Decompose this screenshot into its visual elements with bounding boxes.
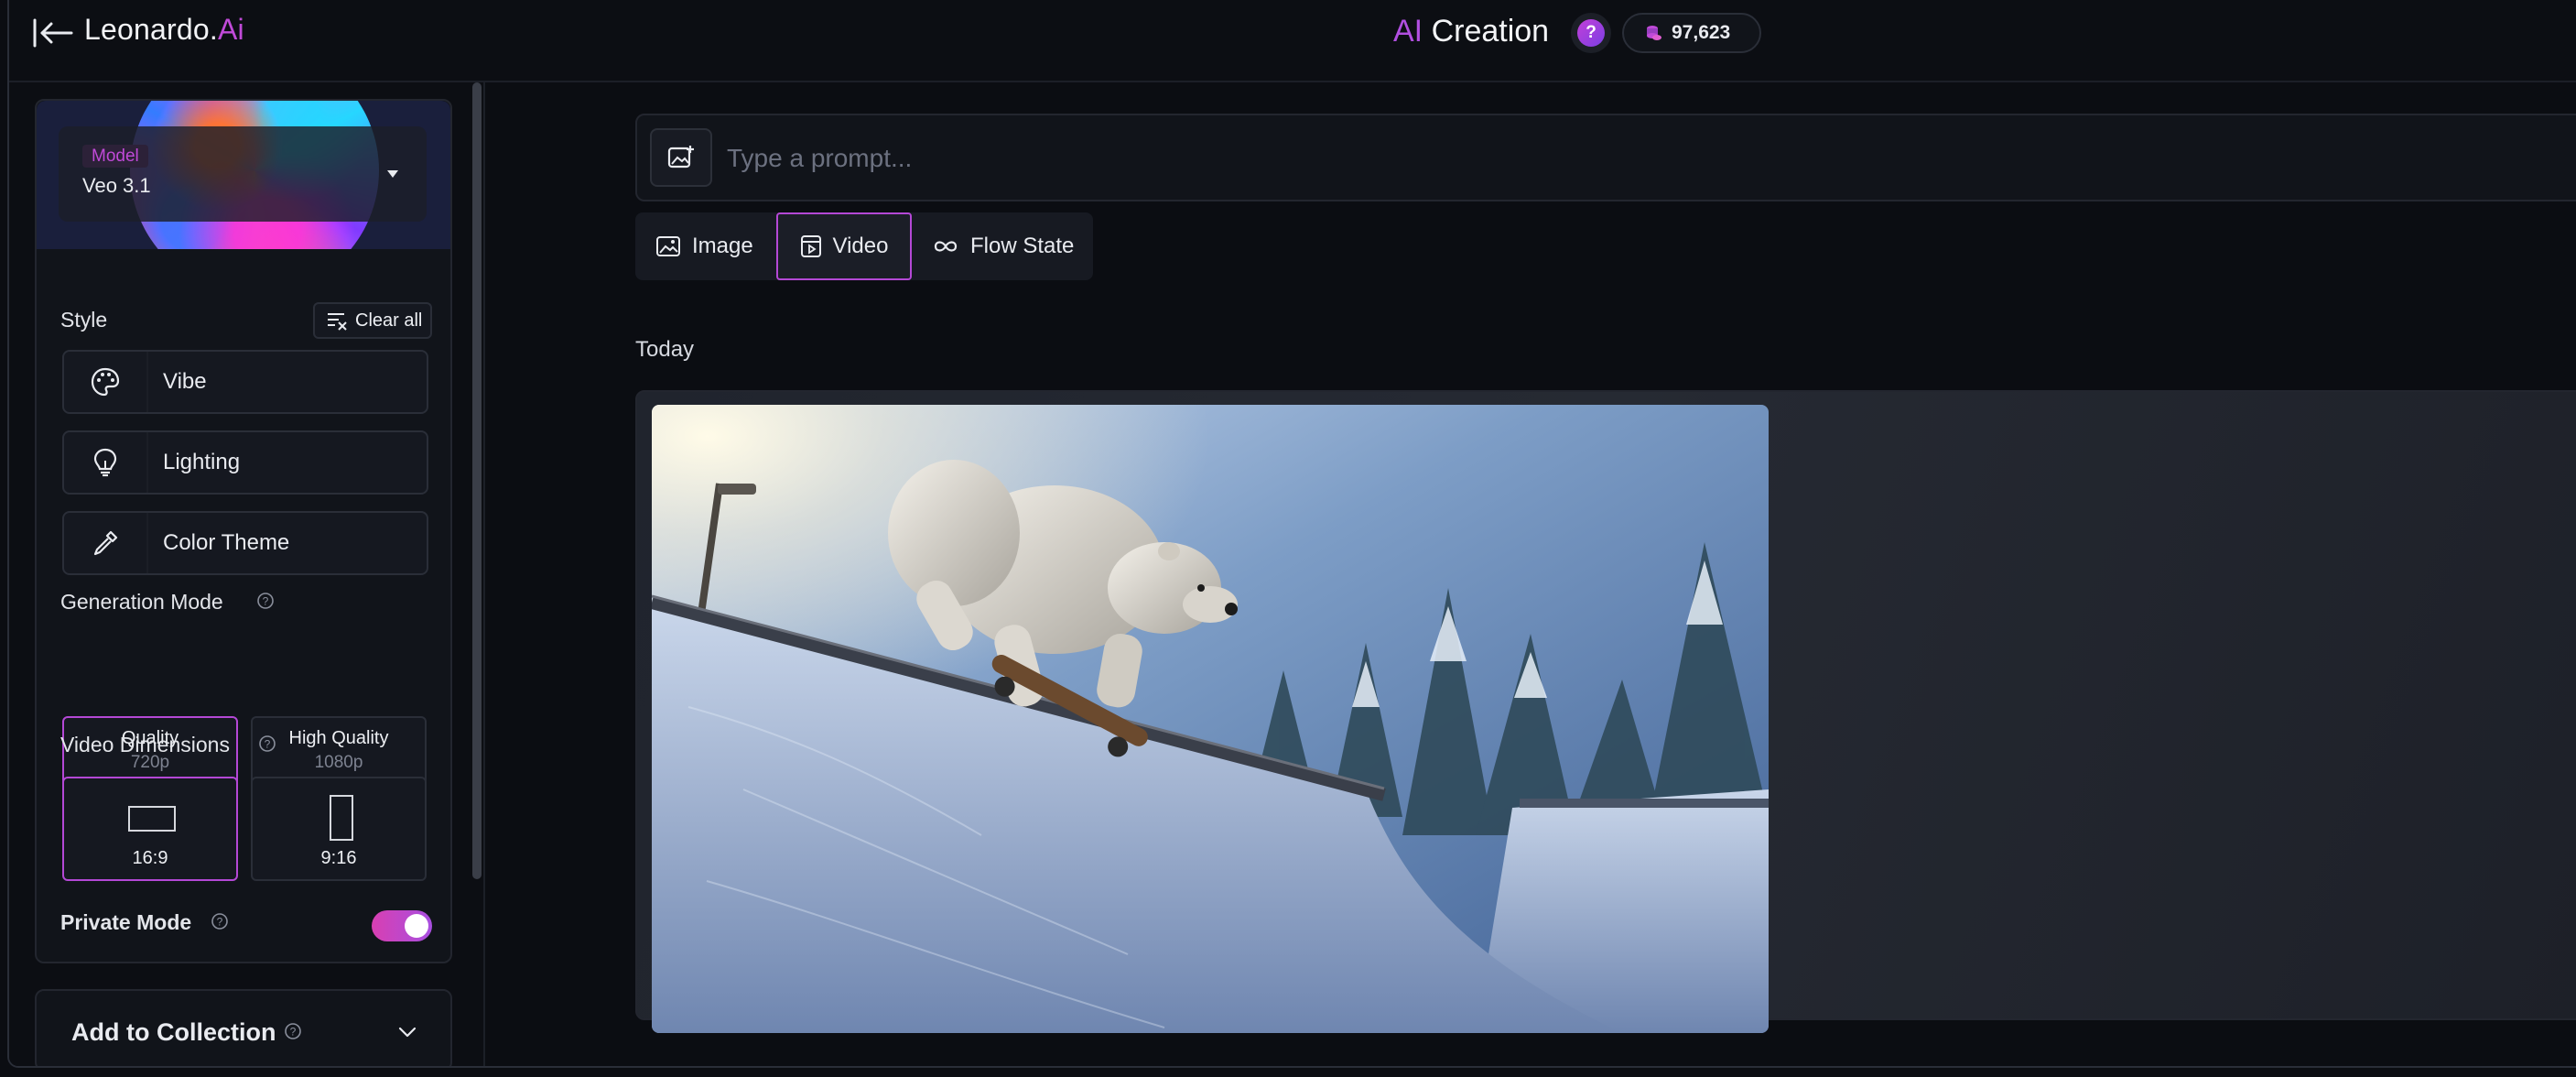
infinity-icon (934, 241, 958, 252)
mode-high-quality-button[interactable]: High Quality 1080p (251, 716, 427, 786)
svg-text:?: ? (290, 1026, 297, 1039)
title-text: Creation (1423, 14, 1550, 49)
model-selector[interactable]: Model Veo 3.1 (37, 101, 450, 249)
tab-image-label: Image (692, 234, 753, 258)
prompt-bar: Type a prompt... (635, 114, 2576, 201)
tab-image[interactable]: Image (655, 212, 753, 280)
dimension-9-16-label: 9:16 (320, 848, 357, 868)
leonardo-logo[interactable]: Leonardo.Ai (84, 13, 244, 47)
page-title: AI Creation (1393, 14, 1549, 49)
toggle-knob (405, 914, 428, 938)
style-color-theme-label: Color Theme (163, 530, 290, 555)
app-window: Leonardo.Ai AI Creation ? 97,623 Model V… (7, 0, 2576, 1068)
token-count: 97,623 (1672, 22, 1731, 43)
coins-icon (1647, 26, 1661, 40)
image-prompt-button[interactable] (650, 128, 712, 187)
generation-result-card (635, 390, 2576, 1033)
style-vibe-button[interactable]: Vibe (62, 350, 428, 414)
clear-all-label: Clear all (355, 310, 423, 331)
generation-mode-heading: Generation Mode (60, 590, 223, 614)
model-tag: Model (82, 145, 148, 168)
private-mode-toggle[interactable] (372, 910, 432, 941)
video-icon (800, 235, 821, 257)
info-icon[interactable]: ? (211, 912, 229, 930)
mode-high-quality-sub: 1080p (314, 753, 363, 772)
svg-text:?: ? (265, 738, 271, 751)
add-image-icon (667, 146, 694, 169)
style-vibe-label: Vibe (163, 369, 207, 394)
question-icon: ? (1577, 19, 1605, 47)
style-lighting-label: Lighting (163, 450, 241, 474)
help-button[interactable]: ? (1571, 13, 1611, 53)
lightbulb-icon (64, 432, 148, 493)
tab-flow-state[interactable]: Flow State (932, 212, 1074, 280)
dimension-16-9-label: 16:9 (132, 848, 168, 868)
add-to-collection-section[interactable]: Add to Collection ? (35, 989, 452, 1066)
token-balance[interactable]: 97,623 (1622, 13, 1761, 53)
logo-text: Leonardo. (84, 13, 218, 46)
svg-text:?: ? (263, 595, 269, 608)
private-mode-heading: Private Mode (60, 910, 192, 934)
main-content: Type a prompt... Image Video Flow State … (487, 82, 2576, 1066)
back-arrow-icon[interactable] (31, 16, 75, 49)
info-icon[interactable]: ? (258, 734, 276, 753)
model-info: Model Veo 3.1 (59, 126, 427, 222)
dimension-9-16-button[interactable]: 9:16 (251, 777, 427, 881)
style-lighting-button[interactable]: Lighting (62, 430, 428, 495)
add-to-collection-label: Add to Collection (71, 1018, 276, 1046)
info-icon[interactable]: ? (284, 1022, 302, 1040)
settings-sidebar: Model Veo 3.1 Style Clear all Vibe Light… (9, 82, 485, 1066)
settings-panel: Model Veo 3.1 Style Clear all Vibe Light… (35, 99, 452, 963)
caret-down-icon[interactable] (383, 167, 403, 181)
chevron-down-icon[interactable] (397, 1026, 417, 1039)
logo-accent: Ai (217, 13, 244, 46)
sidebar-scrollbar[interactable] (472, 82, 482, 879)
tab-video[interactable]: Video (776, 212, 912, 280)
video-dimensions-heading: Video Dimensions (60, 733, 230, 756)
section-today-heading: Today (635, 337, 695, 362)
style-heading: Style (60, 308, 108, 332)
generated-video-thumbnail[interactable] (652, 405, 1769, 1033)
portrait-icon (330, 795, 353, 841)
top-bar: Leonardo.Ai AI Creation ? 97,623 (9, 0, 2576, 82)
svg-text:?: ? (217, 916, 223, 929)
prompt-input[interactable]: Type a prompt... (727, 144, 912, 173)
style-color-theme-button[interactable]: Color Theme (62, 511, 428, 575)
eyedropper-icon (64, 513, 148, 573)
clear-all-button[interactable]: Clear all (313, 302, 432, 339)
palette-icon (64, 352, 148, 412)
mode-tabs: Image Video Flow State (635, 212, 1093, 280)
tab-video-label: Video (832, 234, 889, 258)
landscape-icon (128, 806, 176, 832)
tab-flow-state-label: Flow State (970, 234, 1075, 258)
title-accent: AI (1393, 14, 1423, 49)
model-name: Veo 3.1 (82, 174, 151, 197)
image-icon (656, 236, 680, 256)
info-icon[interactable]: ? (256, 592, 275, 610)
dimension-16-9-button[interactable]: 16:9 (62, 777, 238, 881)
clear-filter-icon (328, 313, 347, 331)
mode-high-quality-title: High Quality (288, 728, 389, 748)
